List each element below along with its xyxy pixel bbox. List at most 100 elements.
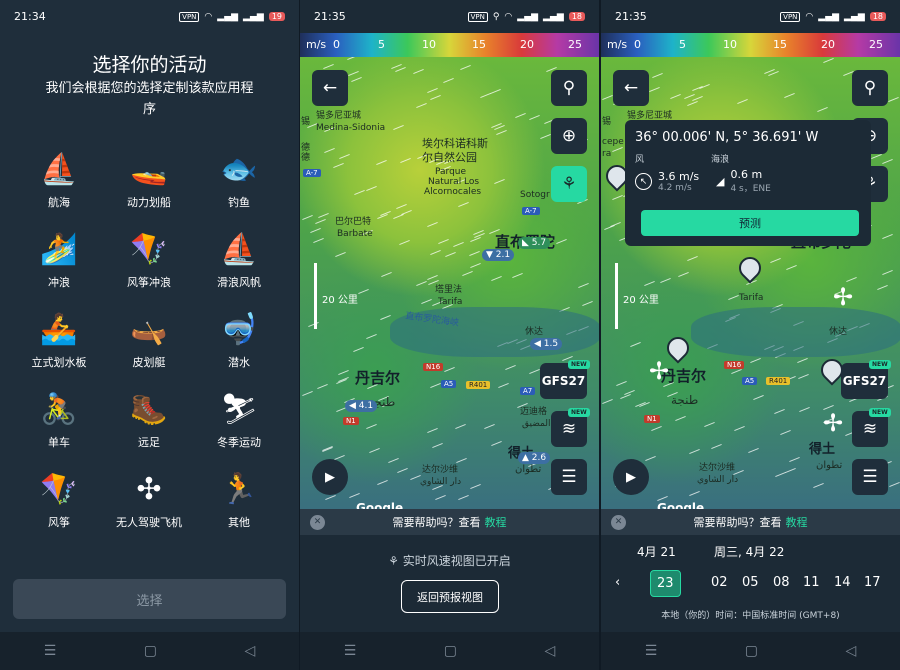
kitesurf-icon: 🪁 bbox=[130, 232, 168, 267]
wind-streak bbox=[444, 366, 455, 373]
kayak-icon: 🛶 bbox=[130, 312, 168, 347]
wind-streak bbox=[748, 447, 759, 454]
status-bar: 21:34 VPN ◠ ▂▄▆ ▂▄▆ 19 bbox=[0, 0, 299, 33]
activity-drone[interactable]: ✣ 无人驾驶飞机 bbox=[104, 470, 194, 550]
wind-streak bbox=[774, 408, 785, 415]
home-nav-icon[interactable]: ▢ bbox=[144, 643, 157, 659]
wind-streak bbox=[882, 158, 893, 165]
menu-nav-icon[interactable]: ☰ bbox=[344, 643, 357, 659]
play-button[interactable]: ▶ bbox=[613, 459, 649, 495]
hour-item[interactable]: 05 bbox=[742, 575, 759, 590]
hour-item-selected[interactable]: 23 bbox=[650, 570, 681, 597]
wind-streak bbox=[505, 364, 516, 371]
close-icon[interactable]: ✕ bbox=[310, 514, 325, 530]
activity-kitesurf[interactable]: 🪁 风筝冲浪 bbox=[104, 230, 194, 310]
tutorial-link[interactable]: 教程 bbox=[786, 514, 808, 530]
forecast-button[interactable]: 预测 bbox=[641, 210, 859, 236]
new-badge: NEW bbox=[568, 360, 590, 369]
wind-speed-marker[interactable]: ▼ 2.1 bbox=[482, 249, 515, 261]
hour-item[interactable]: 17 bbox=[864, 575, 881, 590]
wind-streak bbox=[376, 159, 387, 166]
wind-streak bbox=[616, 380, 627, 387]
search-icon: ⚲ bbox=[863, 78, 877, 98]
menu-nav-icon[interactable]: ☰ bbox=[44, 643, 57, 659]
fish-icon: 🐟 bbox=[220, 152, 258, 187]
activity-sailboat[interactable]: ⛵ 航海 bbox=[14, 150, 104, 230]
wind-speed-marker[interactable]: ▲ 2.6 bbox=[518, 452, 551, 464]
motorboat-icon: 🚤 bbox=[130, 152, 168, 187]
live-wind-toggle[interactable]: ⚘ bbox=[551, 166, 587, 202]
status-time: 21:35 bbox=[314, 10, 346, 23]
page-title: 选择你的活动 bbox=[92, 54, 207, 76]
activity-kayak[interactable]: 🛶 皮划艇 bbox=[104, 310, 194, 390]
place-label: 德 bbox=[301, 143, 311, 153]
wind-streak bbox=[400, 157, 411, 164]
wind-streak bbox=[318, 212, 329, 219]
back-button[interactable]: ← bbox=[312, 70, 348, 106]
scale-tick: 0 bbox=[634, 38, 641, 51]
activity-windsurf[interactable]: ⛵ 滑浪风帆 bbox=[194, 230, 284, 310]
wind-streak bbox=[354, 189, 365, 196]
close-icon[interactable]: ✕ bbox=[611, 514, 626, 530]
activity-grid: ⛵ 航海 🚤 动力划船 🐟 钓鱼 🏄 冲浪 🪁 风筝冲浪 ⛵ 滑浪风帆 🚣 立式划水板 🛶 皮划艇 🤿 潜水 🚴 单车… bbox=[14, 150, 284, 550]
back-nav-icon[interactable]: ◁ bbox=[544, 643, 555, 659]
wind-speed-marker[interactable]: ◀ 4.1 bbox=[345, 400, 378, 412]
place-label: 塔里法 bbox=[435, 285, 463, 295]
wind-streak bbox=[644, 280, 655, 287]
place-label: Tarifa bbox=[438, 297, 463, 307]
play-button[interactable]: ▶ bbox=[312, 459, 348, 495]
activity-bike[interactable]: 🚴 单车 bbox=[14, 390, 104, 470]
back-nav-icon[interactable]: ◁ bbox=[845, 643, 856, 659]
activity-runner[interactable]: 🏃 其他 bbox=[194, 470, 284, 550]
status-bar: 21:35 VPN ⚲ ◠ ▂▄▆ ▂▄▆ 18 bbox=[300, 0, 599, 33]
activity-ski[interactable]: ⛷ 冬季运动 bbox=[194, 390, 284, 470]
wind-streak bbox=[602, 94, 613, 101]
activity-label: 立式划水板 bbox=[31, 356, 87, 369]
wind-speed-marker[interactable]: ◣ 5.7 bbox=[518, 237, 551, 249]
tutorial-link[interactable]: 教程 bbox=[485, 514, 507, 530]
back-nav-icon[interactable]: ◁ bbox=[244, 643, 255, 659]
wind-streak bbox=[556, 238, 567, 245]
scale-tick: 10 bbox=[723, 38, 737, 51]
activity-diving[interactable]: 🤿 潜水 bbox=[194, 310, 284, 390]
home-nav-icon[interactable]: ▢ bbox=[444, 643, 457, 659]
activity-hiking[interactable]: 🥾 远足 bbox=[104, 390, 194, 470]
location-pin-icon[interactable] bbox=[734, 252, 766, 284]
wind-map[interactable]: 锡多尼亚城 锡 cepe ra 直布罗陀 Tarifa 丹吉尔 طنجة 休达 … bbox=[601, 57, 900, 509]
place-label: المضيق bbox=[522, 419, 551, 429]
home-nav-icon[interactable]: ▢ bbox=[745, 643, 758, 659]
settings-button[interactable]: ☰ bbox=[551, 459, 587, 495]
search-button[interactable]: ⚲ bbox=[551, 70, 587, 106]
hour-item[interactable]: 14 bbox=[834, 575, 851, 590]
select-button[interactable]: 选择 bbox=[13, 579, 286, 619]
hiking-icon: 🥾 bbox=[130, 392, 168, 427]
search-button[interactable]: ⚲ bbox=[852, 70, 888, 106]
activity-motorboat[interactable]: 🚤 动力划船 bbox=[104, 150, 194, 230]
previous-date: 4月 21 bbox=[637, 545, 676, 559]
chevron-left-icon[interactable]: ‹ bbox=[615, 575, 620, 590]
wind-streak bbox=[846, 276, 857, 283]
wave-label: 海浪 bbox=[711, 155, 730, 165]
wind-speed-marker[interactable]: ◀ 1.5 bbox=[530, 338, 563, 350]
back-button[interactable]: ← bbox=[613, 70, 649, 106]
activity-surfer[interactable]: 🏄 冲浪 bbox=[14, 230, 104, 310]
menu-nav-icon[interactable]: ☰ bbox=[645, 643, 658, 659]
activity-paddleboard[interactable]: 🚣 立式划水板 bbox=[14, 310, 104, 390]
wind-map[interactable]: 锡多尼亚城 Medina-Sidonia 埃尔科诺科斯 尔自然公园 Parque… bbox=[300, 57, 599, 509]
hour-item[interactable]: 02 bbox=[711, 575, 728, 590]
wind-streak bbox=[877, 284, 888, 291]
wind-speed-scale: m/s 0 5 10 15 20 25 bbox=[300, 33, 599, 57]
hour-selector[interactable]: ‹ 23 02 05 08 11 14 17 bbox=[601, 570, 900, 598]
hour-item[interactable]: 08 bbox=[773, 575, 790, 590]
distance-scale-bar bbox=[314, 263, 317, 329]
locate-button[interactable]: ⊕ bbox=[551, 118, 587, 154]
activity-label: 单车 bbox=[48, 436, 70, 449]
wifi-icon: ◠ bbox=[805, 11, 814, 22]
place-label: دار الشاوي bbox=[697, 475, 739, 485]
hour-item[interactable]: 11 bbox=[803, 575, 820, 590]
return-forecast-button[interactable]: 返回预报视图 bbox=[401, 580, 499, 613]
activity-kite[interactable]: 🪁 风筝 bbox=[14, 470, 104, 550]
activity-fish[interactable]: 🐟 钓鱼 bbox=[194, 150, 284, 230]
settings-button[interactable]: ☰ bbox=[852, 459, 888, 495]
road-label: N1 bbox=[343, 417, 359, 425]
